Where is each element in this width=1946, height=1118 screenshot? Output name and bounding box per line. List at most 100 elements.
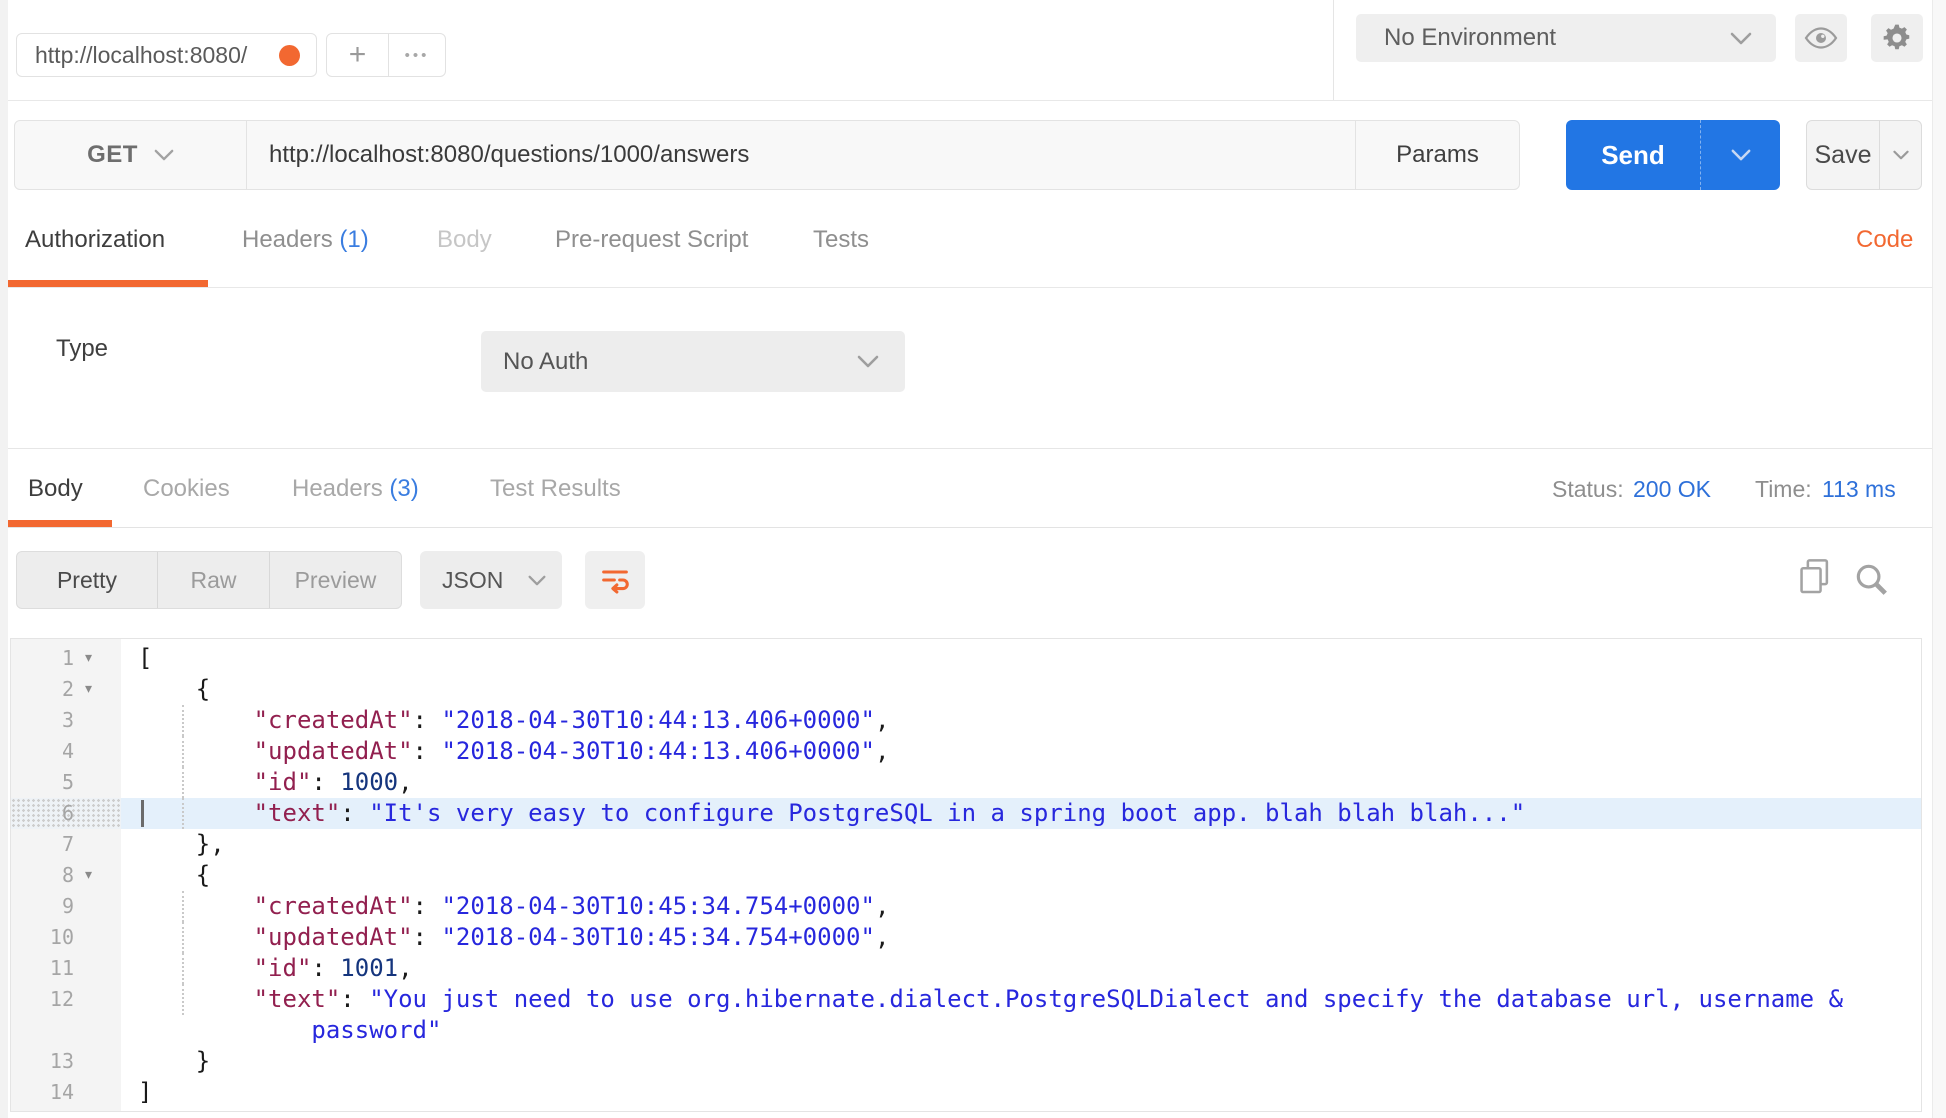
line-number-cell: 11 — [11, 953, 121, 984]
line-number: 6 — [61, 801, 74, 825]
headers-count-badge: (1) — [339, 226, 369, 253]
tab-body[interactable]: Body — [437, 226, 492, 254]
response-tab-body[interactable]: Body — [28, 475, 83, 503]
code-text[interactable]: { — [121, 860, 1921, 891]
code-text[interactable]: "updatedAt": "2018-04-30T10:45:34.754+00… — [121, 922, 1921, 953]
code-text[interactable]: ] — [121, 1077, 1921, 1108]
code-line[interactable]: 14] — [11, 1077, 1921, 1108]
code-line[interactable]: 8 ▾ { — [11, 860, 1921, 891]
text-cursor — [141, 800, 144, 827]
code-text[interactable]: password" — [121, 1015, 1921, 1046]
code-text[interactable]: "createdAt": "2018-04-30T10:44:13.406+00… — [121, 705, 1921, 736]
gear-icon — [1883, 24, 1910, 50]
window-left-edge — [0, 0, 8, 1118]
code-text[interactable]: "text": "It's very easy to configure Pos… — [121, 798, 1921, 829]
code-text[interactable]: } — [121, 1046, 1921, 1077]
more-tabs-button[interactable]: ••• — [389, 34, 445, 76]
view-mode-preview[interactable]: Preview — [269, 552, 401, 608]
code-line[interactable]: 7 }, — [11, 829, 1921, 860]
status-value: 200 OK — [1633, 476, 1711, 502]
window-scrollbar-track[interactable] — [1932, 0, 1946, 1118]
code-text[interactable]: "id": 1001, — [121, 953, 1921, 984]
line-number: 7 — [61, 832, 74, 856]
fold-arrow-icon[interactable]: ▾ — [85, 680, 92, 697]
request-tab[interactable]: http://localhost:8080/ — [16, 33, 317, 77]
copy-response-button[interactable] — [1796, 556, 1834, 603]
response-header: Body Cookies Headers (3) Test Results St… — [0, 449, 1946, 528]
eye-icon — [1804, 27, 1838, 49]
code-line[interactable]: 13 } — [11, 1046, 1921, 1077]
code-text[interactable]: "createdAt": "2018-04-30T10:45:34.754+00… — [121, 891, 1921, 922]
line-number: 5 — [61, 770, 74, 794]
request-url-bar: GET http://localhost:8080/questions/1000… — [14, 120, 1520, 190]
view-mode-pretty[interactable]: Pretty — [17, 552, 157, 608]
response-headers-count-badge: (3) — [389, 475, 419, 502]
code-text[interactable]: "id": 1000, — [121, 767, 1921, 798]
line-number: 8 — [61, 863, 74, 887]
tab-authorization[interactable]: Authorization — [25, 226, 165, 254]
line-number: 1 — [61, 646, 74, 670]
line-number-cell: 8 ▾ — [11, 860, 121, 891]
response-body-editor[interactable]: 1 ▾ [2 ▾ {3 "createdAt": "2018-04-30T10:44:… — [10, 638, 1922, 1112]
indent-guide — [182, 953, 184, 984]
response-toolbar: Pretty Raw Preview JSON — [0, 528, 1946, 638]
line-number-cell: 10 — [11, 922, 121, 953]
code-text[interactable]: { — [121, 674, 1921, 705]
code-line[interactable]: 10 "updatedAt": "2018-04-30T10:45:34.754… — [11, 922, 1921, 953]
code-line[interactable]: 2 ▾ { — [11, 674, 1921, 705]
search-response-button[interactable] — [1852, 560, 1890, 603]
response-tab-headers[interactable]: Headers (3) — [292, 475, 419, 503]
line-number: 4 — [61, 739, 74, 763]
environment-quicklook-button[interactable] — [1795, 14, 1847, 62]
indent-guide — [182, 891, 184, 922]
tab-tests[interactable]: Tests — [813, 226, 869, 254]
request-tab-title: http://localhost:8080/ — [35, 41, 248, 68]
code-line[interactable]: 5 "id": 1000, — [11, 767, 1921, 798]
code-line[interactable]: 12 "text": "You just need to use org.hib… — [11, 984, 1921, 1015]
response-tab-test-results[interactable]: Test Results — [490, 475, 621, 503]
line-number-cell: 14 — [11, 1077, 121, 1108]
fold-arrow-icon[interactable]: ▾ — [85, 649, 92, 666]
code-link[interactable]: Code — [1856, 226, 1913, 254]
code-line[interactable]: 1 ▾ [ — [11, 643, 1921, 674]
code-line[interactable]: 6 "text": "It's very easy to configure P… — [11, 798, 1921, 829]
indent-guide — [182, 705, 184, 736]
save-button[interactable]: Save — [1806, 120, 1922, 190]
line-number: 12 — [49, 987, 74, 1011]
view-mode-raw[interactable]: Raw — [157, 552, 269, 608]
tab-pre-request-script[interactable]: Pre-request Script — [555, 226, 748, 254]
indent-guide — [182, 798, 184, 829]
response-tab-cookies[interactable]: Cookies — [143, 475, 230, 503]
code-text[interactable]: [ — [121, 643, 1921, 674]
code-line[interactable]: 4 "updatedAt": "2018-04-30T10:44:13.406+… — [11, 736, 1921, 767]
code-line[interactable]: password" — [11, 1015, 1921, 1046]
send-button-label: Send — [1601, 139, 1665, 170]
code-text[interactable]: "updatedAt": "2018-04-30T10:44:13.406+00… — [121, 736, 1921, 767]
active-tab-underline — [2, 280, 208, 287]
wrap-text-button[interactable] — [585, 551, 645, 609]
code-line[interactable]: 3 "createdAt": "2018-04-30T10:44:13.406+… — [11, 705, 1921, 736]
status-label: Status: — [1552, 476, 1624, 502]
view-mode-switch: Pretty Raw Preview — [16, 551, 402, 609]
save-options-button[interactable] — [1879, 121, 1921, 189]
code-text[interactable]: }, — [121, 829, 1921, 860]
send-button[interactable]: Send — [1566, 120, 1780, 190]
code-line[interactable]: 9 "createdAt": "2018-04-30T10:45:34.754+… — [11, 891, 1921, 922]
method-selector[interactable]: GET — [15, 121, 247, 189]
code-line[interactable]: 11 "id": 1001, — [11, 953, 1921, 984]
code-text[interactable]: "text": "You just need to use org.hibern… — [121, 984, 1921, 1015]
response-language-value: JSON — [442, 566, 504, 593]
send-options-button[interactable] — [1700, 120, 1780, 190]
url-input[interactable]: http://localhost:8080/questions/1000/ans… — [247, 121, 1355, 189]
time-value: 113 ms — [1822, 476, 1896, 502]
tab-headers[interactable]: Headers (1) — [242, 226, 369, 254]
environment-selector[interactable]: No Environment — [1356, 14, 1776, 62]
response-language-selector[interactable]: JSON — [420, 551, 562, 609]
fold-arrow-icon[interactable]: ▾ — [85, 866, 92, 883]
auth-type-selector[interactable]: No Auth — [481, 331, 905, 392]
params-button[interactable]: Params — [1355, 121, 1519, 189]
new-tab-button[interactable]: + — [327, 34, 389, 76]
settings-button[interactable] — [1871, 14, 1923, 62]
time-label: Time: — [1755, 476, 1812, 502]
unsaved-changes-dot — [279, 44, 300, 66]
